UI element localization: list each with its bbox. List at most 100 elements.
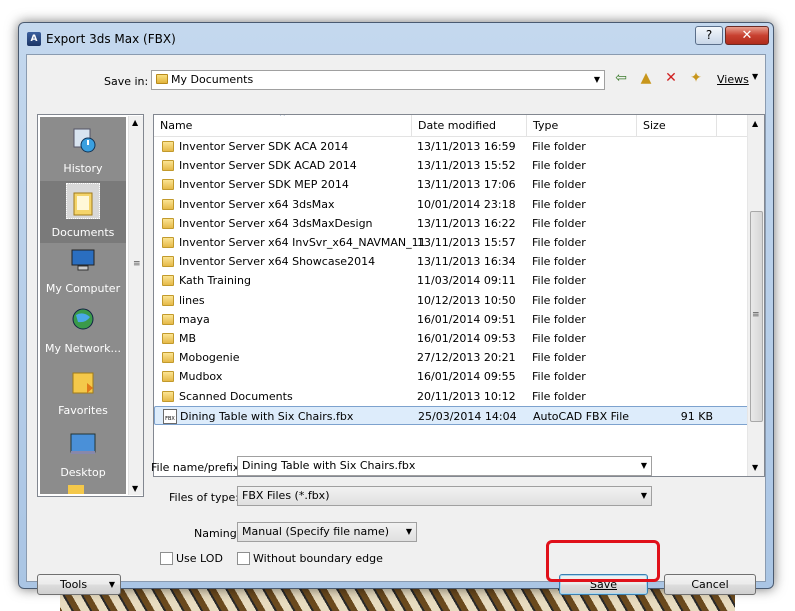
save-highlight-annotation <box>546 540 660 582</box>
place-my-network[interactable]: My Network... <box>40 305 126 355</box>
title-bar[interactable]: A Export 3ds Max (FBX) ? ✕ <box>19 23 773 53</box>
file-type: AutoCAD FBX File <box>533 409 630 423</box>
file-date: 13/11/2013 15:57 <box>417 236 516 249</box>
chevron-down-icon: ▼ <box>640 491 647 500</box>
tools-label: Tools <box>60 578 88 591</box>
file-name: Inventor Server SDK MEP 2014 <box>179 178 349 192</box>
place-label: Favorites <box>58 404 108 417</box>
folder-row[interactable]: Inventor Server x64 Showcase2014 13/11/20… <box>154 252 749 271</box>
place-favorites[interactable]: Favorites <box>40 367 126 417</box>
filetype-value: FBX Files (*.fbx) <box>242 489 330 502</box>
folder-icon <box>162 237 174 248</box>
file-name: Mobogenie <box>179 351 240 365</box>
place-my-computer[interactable]: My Computer <box>40 245 126 295</box>
folder-row[interactable]: Scanned Documents 20/11/2013 10:12 File fo… <box>154 387 749 406</box>
folder-icon <box>162 217 174 229</box>
filename-input[interactable]: Dining Table with Six Chairs.fbx ▼ <box>237 456 652 476</box>
folder-row[interactable]: Kath Training 11/03/2014 09:11 File folder <box>154 271 749 290</box>
place-label: My Computer <box>45 282 121 295</box>
file-type: File folder <box>532 178 586 192</box>
file-name: Scanned Documents <box>179 389 293 403</box>
file-date: 27/12/2013 20:21 <box>417 351 516 365</box>
place-label: Desktop <box>60 466 106 479</box>
new-folder-icon[interactable]: ✦ <box>687 69 705 87</box>
scroll-down-icon[interactable]: ▼ <box>132 484 138 493</box>
column-header: Name ^ Date modified Type Size <box>154 115 749 137</box>
scroll-down-icon[interactable]: ▼ <box>752 463 758 472</box>
folder-row[interactable]: Inventor Server SDK ACAD 2014 13/11/2013 … <box>154 156 749 175</box>
file-type: File folder <box>532 216 586 230</box>
place-history[interactable]: History <box>40 125 126 175</box>
scroll-grip-icon[interactable]: ≡ <box>133 259 141 269</box>
folder-icon <box>68 485 84 494</box>
folder-row[interactable]: Inventor Server x64 3dsMaxDesign 13/11/20… <box>154 214 749 233</box>
filetype-dropdown[interactable]: FBX Files (*.fbx) ▼ <box>237 486 652 506</box>
back-icon[interactable]: ⇦ <box>612 69 630 87</box>
file-row[interactable]: FBX Dining Table with Six Chairs.fbx 25/03… <box>154 405 749 425</box>
tools-button[interactable]: Tools ▼ <box>37 574 121 595</box>
column-size[interactable]: Size <box>637 115 717 137</box>
without-boundary-checkbox[interactable] <box>237 552 250 565</box>
documents-icon <box>73 192 93 216</box>
close-button[interactable]: ✕ <box>725 26 769 45</box>
file-date: 11/03/2014 09:11 <box>417 274 516 288</box>
without-boundary-label: Without boundary edge <box>253 552 383 565</box>
use-lod-label: Use LOD <box>176 552 223 565</box>
file-type: File folder <box>532 389 586 403</box>
file-name: Inventor Server SDK ACA 2014 <box>179 140 349 153</box>
folder-row[interactable]: lines 10/12/2013 10:50 File folder <box>154 291 749 310</box>
folder-icon <box>162 141 174 152</box>
places-bar: History Documents My Computer My Network… <box>37 114 144 497</box>
file-type: File folder <box>532 351 586 365</box>
place-desktop[interactable]: Desktop <box>40 429 126 479</box>
chevron-down-icon: ▼ <box>405 527 412 536</box>
file-list[interactable]: Name ^ Date modified Type Size Inventor … <box>153 114 765 477</box>
folder-icon <box>162 313 174 325</box>
folder-row[interactable]: Inventor Server x64 InvSvr_x64_NAVMAN_11… <box>154 233 749 252</box>
folder-icon <box>162 352 174 364</box>
file-date: 13/11/2013 16:34 <box>417 255 516 269</box>
folder-icon <box>156 74 168 84</box>
use-lod-checkbox[interactable] <box>160 552 173 565</box>
column-type[interactable]: Type <box>527 115 637 137</box>
folder-row[interactable]: Mobogenie 27/12/2013 20:21 File folder <box>154 348 749 367</box>
column-date-modified[interactable]: Date modified <box>412 115 527 137</box>
file-type: File folder <box>532 197 586 211</box>
folder-row[interactable]: Mudbox 16/01/2014 09:55 File folder <box>154 367 749 386</box>
place-documents[interactable]: Documents <box>40 181 126 243</box>
file-date: 16/01/2014 09:51 <box>417 312 516 326</box>
file-list-scrollbar[interactable]: ▲ ≡ ▼ <box>747 115 764 476</box>
views-dropdown-icon[interactable]: ▼ <box>752 72 758 81</box>
places-panel: History Documents My Computer My Network… <box>40 117 126 494</box>
scroll-up-icon[interactable]: ▲ <box>132 118 138 127</box>
folder-row[interactable]: Inventor Server x64 3dsMax 10/01/2014 23:… <box>154 195 749 214</box>
folder-row[interactable]: Inventor Server SDK ACA 2014 13/11/2013 1… <box>154 137 749 156</box>
file-type: File folder <box>532 274 586 288</box>
delete-icon[interactable]: ✕ <box>662 69 680 87</box>
naming-dropdown[interactable]: Manual (Specify file name) ▼ <box>237 522 417 542</box>
file-type: File folder <box>532 312 586 326</box>
folder-row[interactable]: Inventor Server SDK MEP 2014 13/11/2013 1… <box>154 175 749 194</box>
cancel-button[interactable]: Cancel <box>664 574 756 595</box>
filetype-label: Files of type: <box>169 491 240 504</box>
save-in-label: Save in: <box>104 75 149 88</box>
naming-value: Manual (Specify file name) <box>242 525 390 538</box>
filename-value: Dining Table with Six Chairs.fbx <box>242 459 416 472</box>
folder-icon <box>162 275 174 287</box>
place-label: History <box>63 162 103 175</box>
folder-icon <box>162 294 174 306</box>
views-button[interactable]: Views <box>717 73 749 86</box>
file-size: 91 KB <box>680 409 713 423</box>
up-folder-icon[interactable]: ▲ <box>637 69 655 87</box>
scroll-thumb[interactable]: ≡ <box>750 211 763 422</box>
file-date: 13/11/2013 17:06 <box>417 178 516 192</box>
places-scrollbar[interactable]: ▲ ≡ ▼ <box>128 116 143 495</box>
help-button[interactable]: ? <box>695 26 723 45</box>
file-name: Inventor Server x64 InvSvr_x64_NAVMAN_11 <box>179 236 426 249</box>
file-name: maya <box>179 312 210 326</box>
file-name: Dining Table with Six Chairs.fbx <box>180 409 354 423</box>
folder-row[interactable]: maya 16/01/2014 09:51 File folder <box>154 310 749 329</box>
scroll-up-icon[interactable]: ▲ <box>752 119 758 128</box>
folder-row[interactable]: MB 16/01/2014 09:53 File folder <box>154 329 749 348</box>
save-in-dropdown[interactable]: My Documents ▼ <box>151 70 605 90</box>
